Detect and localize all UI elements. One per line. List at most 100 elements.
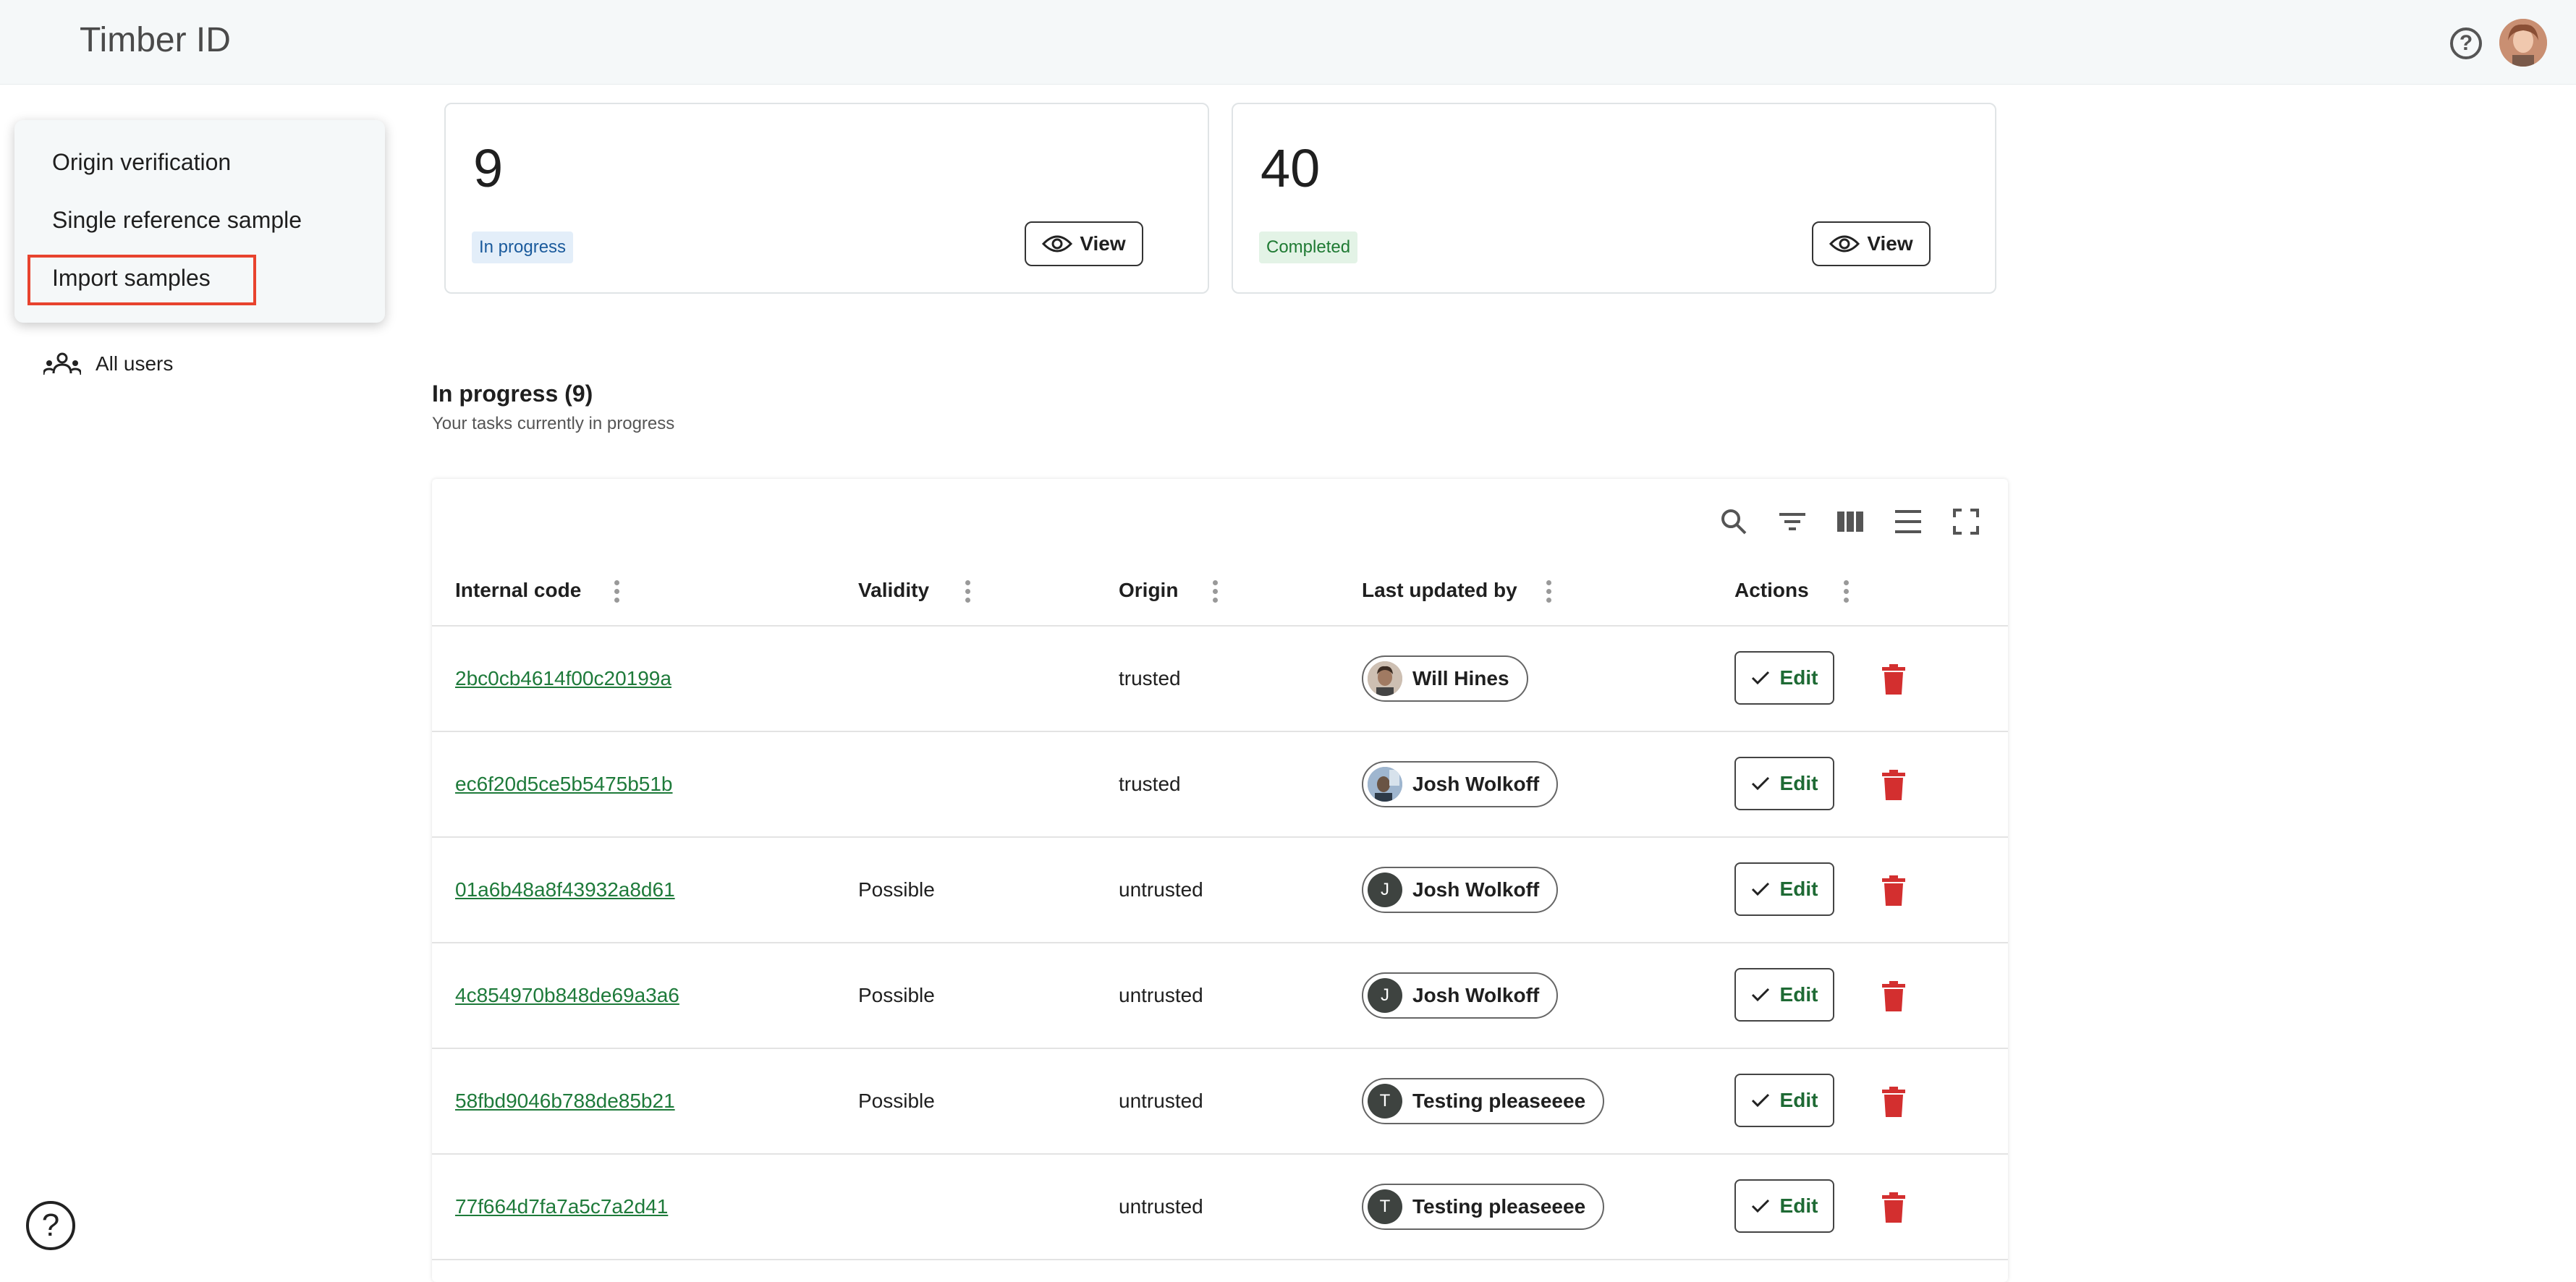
eye-icon [1042, 235, 1073, 252]
column-menu-icon[interactable] [965, 580, 971, 606]
column-menu-icon[interactable] [1213, 580, 1219, 606]
origin-cell: untrusted [1119, 984, 1203, 1006]
validity-cell: Possible [858, 878, 935, 901]
search-icon[interactable] [1716, 504, 1752, 540]
user-photo-avatar [1368, 661, 1402, 696]
edit-button-label: Edit [1779, 1089, 1818, 1111]
view-button-label: View [1080, 232, 1126, 255]
edit-button-label: Edit [1779, 772, 1818, 794]
check-icon [1751, 671, 1769, 685]
column-menu-icon[interactable] [614, 580, 620, 606]
column-header-internal-code[interactable]: Internal code [455, 579, 581, 602]
delete-icon[interactable] [1881, 875, 1907, 906]
group-icon [43, 352, 81, 375]
column-menu-icon[interactable] [1546, 580, 1552, 606]
table-row: ec6f20d5ce5b5475b51b trusted Josh Wolkof… [432, 732, 2008, 838]
edit-button[interactable]: Edit [1734, 968, 1834, 1022]
help-circle-icon[interactable]: ? [26, 1201, 75, 1250]
origin-cell: untrusted [1119, 1195, 1203, 1218]
edit-button[interactable]: Edit [1734, 651, 1834, 705]
user-letter-avatar: T [1368, 1084, 1402, 1118]
table-row: 4c854970b848de69a3a6 Possible untrusted … [432, 943, 2008, 1049]
internal-code-link[interactable]: 2bc0cb4614f00c20199a [455, 667, 671, 690]
view-button[interactable]: View [1812, 221, 1931, 266]
app-title: Timber ID [80, 21, 231, 59]
app-header: Timber ID ? [0, 0, 2576, 85]
delete-icon[interactable] [1881, 1087, 1907, 1117]
user-chip[interactable]: J Josh Wolkoff [1362, 867, 1559, 913]
summary-card-in-progress: 9 In progress View [444, 103, 1209, 294]
delete-icon[interactable] [1881, 770, 1907, 800]
table-row: 77f664d7fa7a5c7a2d41 untrusted T Testing… [432, 1155, 2008, 1260]
check-icon [1751, 776, 1769, 791]
user-chip[interactable]: Will Hines [1362, 655, 1528, 702]
user-name: Testing pleaseeee [1412, 1195, 1586, 1218]
user-name: Will Hines [1412, 667, 1509, 689]
delete-icon[interactable] [1881, 981, 1907, 1011]
user-name: Josh Wolkoff [1412, 773, 1540, 795]
delete-icon[interactable] [1881, 664, 1907, 695]
user-name: Josh Wolkoff [1412, 878, 1540, 901]
eye-icon [1829, 235, 1860, 252]
table-row: 2bc0cb4614f00c20199a trusted Will Hines … [432, 627, 2008, 732]
check-icon [1751, 1093, 1769, 1108]
menu-item-single-reference-sample[interactable]: Single reference sample [52, 207, 302, 234]
edit-button[interactable]: Edit [1734, 757, 1834, 810]
internal-code-link[interactable]: 77f664d7fa7a5c7a2d41 [455, 1195, 668, 1218]
user-name: Josh Wolkoff [1412, 984, 1540, 1006]
column-header-last-updated-by[interactable]: Last updated by [1362, 579, 1517, 602]
user-chip[interactable]: T Testing pleaseeee [1362, 1184, 1605, 1230]
help-icon[interactable]: ? [2450, 27, 2482, 59]
origin-cell: trusted [1119, 773, 1181, 795]
validity-cell: Possible [858, 984, 935, 1006]
columns-icon[interactable] [1832, 504, 1868, 540]
user-letter-avatar: J [1368, 873, 1402, 907]
menu-item-origin-verification[interactable]: Origin verification [52, 149, 231, 176]
edit-button-label: Edit [1779, 983, 1818, 1006]
column-header-actions[interactable]: Actions [1734, 579, 1809, 602]
edit-button[interactable]: Edit [1734, 862, 1834, 916]
user-avatar[interactable] [2499, 19, 2547, 67]
internal-code-link[interactable]: ec6f20d5ce5b5475b51b [455, 773, 673, 796]
fullscreen-icon[interactable] [1948, 504, 1984, 540]
table-row: 01a6b48a8f43932a8d61 Possible untrusted … [432, 838, 2008, 943]
density-icon[interactable] [1890, 504, 1926, 540]
internal-code-link[interactable]: 58fbd9046b788de85b21 [455, 1090, 675, 1113]
origin-cell: trusted [1119, 667, 1181, 689]
card-count: 40 [1261, 138, 1321, 198]
column-header-origin[interactable]: Origin [1119, 579, 1178, 602]
internal-code-link[interactable]: 4c854970b848de69a3a6 [455, 984, 679, 1007]
sidebar-item-all-users[interactable]: All users [43, 346, 173, 382]
user-letter-avatar: J [1368, 978, 1402, 1013]
user-chip[interactable]: Josh Wolkoff [1362, 761, 1559, 807]
validity-cell: Possible [858, 1090, 935, 1112]
edit-button[interactable]: Edit [1734, 1179, 1834, 1233]
user-name: Testing pleaseeee [1412, 1090, 1586, 1112]
user-chip[interactable]: T Testing pleaseeee [1362, 1078, 1605, 1124]
edit-button-label: Edit [1779, 666, 1818, 689]
check-icon [1751, 882, 1769, 896]
check-icon [1751, 988, 1769, 1002]
filter-icon[interactable] [1774, 504, 1810, 540]
create-menu: Origin verification Single reference sam… [14, 120, 385, 323]
edit-button-label: Edit [1779, 1194, 1818, 1217]
card-count: 9 [473, 138, 504, 198]
delete-icon[interactable] [1881, 1192, 1907, 1223]
origin-cell: untrusted [1119, 1090, 1203, 1112]
edit-button-label: Edit [1779, 878, 1818, 900]
edit-button[interactable]: Edit [1734, 1074, 1834, 1127]
view-button[interactable]: View [1025, 221, 1143, 266]
user-chip[interactable]: J Josh Wolkoff [1362, 972, 1559, 1019]
menu-item-import-samples[interactable]: Import samples [52, 265, 211, 292]
sidebar-item-label: All users [96, 352, 174, 375]
view-button-label: View [1867, 232, 1913, 255]
column-header-validity[interactable]: Validity [858, 579, 929, 602]
column-menu-icon[interactable] [1844, 580, 1850, 606]
avatar-photo-icon [2499, 19, 2547, 67]
tasks-table: Internal code Validity Origin Last updat… [432, 479, 2008, 1282]
internal-code-link[interactable]: 01a6b48a8f43932a8d61 [455, 878, 675, 901]
section-title: In progress (9) [432, 381, 593, 407]
check-icon [1751, 1199, 1769, 1213]
user-photo-avatar [1368, 767, 1402, 802]
origin-cell: untrusted [1119, 878, 1203, 901]
